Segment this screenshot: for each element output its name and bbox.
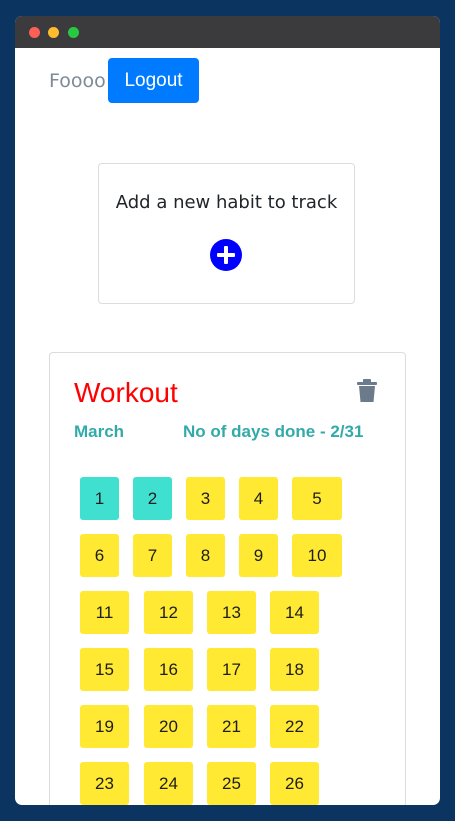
day-cell-22[interactable]: 22: [270, 705, 319, 748]
day-cell-12[interactable]: 12: [144, 591, 193, 634]
day-cell-19[interactable]: 19: [80, 705, 129, 748]
day-cell-1[interactable]: 1: [80, 477, 119, 520]
day-cell-26[interactable]: 26: [270, 762, 319, 805]
days-done-count: No of days done - 2/31: [183, 422, 364, 441]
add-habit-card: Add a new habit to track: [98, 163, 355, 304]
day-cell-15[interactable]: 15: [80, 648, 129, 691]
day-cell-10[interactable]: 10: [292, 534, 342, 577]
day-cell-14[interactable]: 14: [270, 591, 319, 634]
habit-month: March: [74, 422, 125, 441]
day-cell-18[interactable]: 18: [270, 648, 319, 691]
day-cell-25[interactable]: 25: [207, 762, 256, 805]
habit-card: Workout March No of days done - 2/31 123…: [49, 352, 406, 805]
maximize-window-icon[interactable]: [68, 27, 79, 38]
plus-circle-icon[interactable]: [210, 239, 242, 271]
day-cell-2[interactable]: 2: [133, 477, 172, 520]
day-cell-7[interactable]: 7: [133, 534, 172, 577]
day-cell-9[interactable]: 9: [239, 534, 278, 577]
trash-icon[interactable]: [356, 379, 378, 403]
day-cell-5[interactable]: 5: [292, 477, 342, 520]
day-cell-23[interactable]: 23: [80, 762, 129, 805]
day-cell-21[interactable]: 21: [207, 705, 256, 748]
title-bar: [15, 16, 440, 48]
day-cell-13[interactable]: 13: [207, 591, 256, 634]
day-cell-20[interactable]: 20: [144, 705, 193, 748]
day-cell-8[interactable]: 8: [186, 534, 225, 577]
username-label: Foooo: [49, 70, 106, 92]
day-cell-6[interactable]: 6: [80, 534, 119, 577]
day-cell-4[interactable]: 4: [239, 477, 278, 520]
browser-window: Foooo Logout Add a new habit to track Wo…: [15, 16, 440, 805]
day-cell-3[interactable]: 3: [186, 477, 225, 520]
minimize-window-icon[interactable]: [48, 27, 59, 38]
day-cell-16[interactable]: 16: [144, 648, 193, 691]
day-cell-11[interactable]: 11: [80, 591, 129, 634]
close-window-icon[interactable]: [29, 27, 40, 38]
day-cell-17[interactable]: 17: [207, 648, 256, 691]
habit-title: Workout: [74, 377, 178, 408]
add-habit-title: Add a new habit to track: [115, 192, 338, 213]
day-cell-24[interactable]: 24: [144, 762, 193, 805]
logout-button[interactable]: Logout: [108, 58, 199, 103]
